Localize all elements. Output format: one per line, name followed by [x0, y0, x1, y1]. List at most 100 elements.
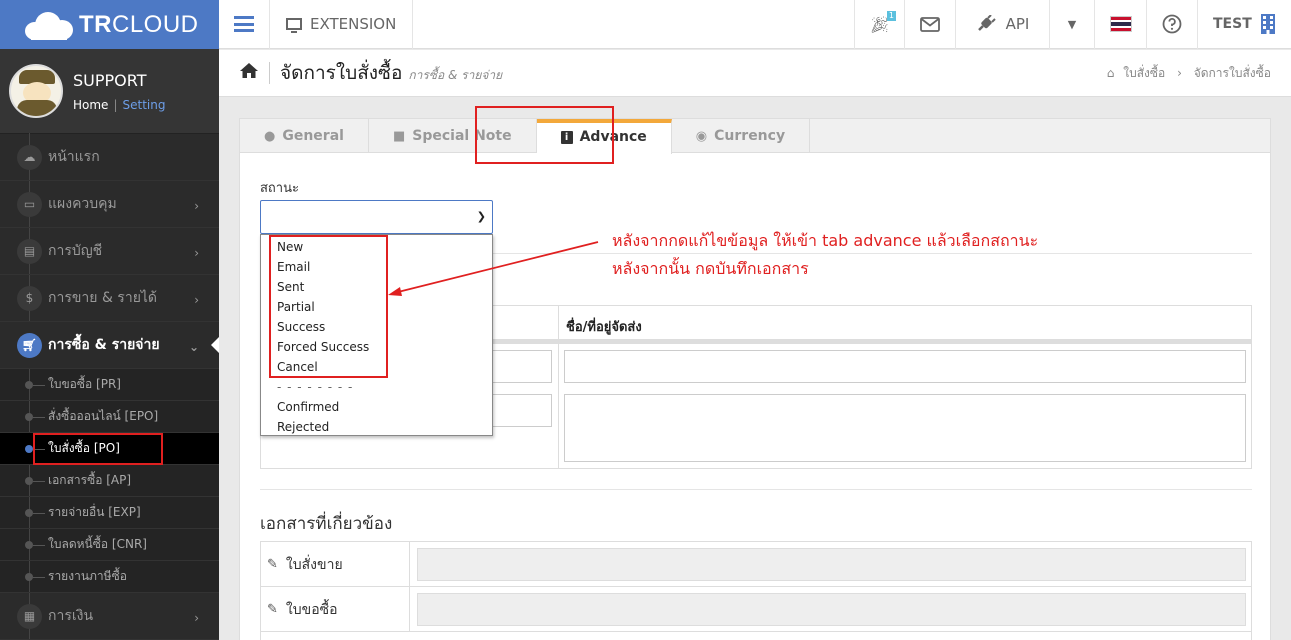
chevron-right-icon: › [194, 293, 199, 307]
sidebar-item-purchase[interactable]: 🛒︎ การซื้อ & รายจ่าย ⌄ [0, 322, 219, 369]
table-row: ✎ ใบขอซื้อ [261, 587, 1251, 632]
home-icon[interactable] [239, 62, 259, 84]
sidebar: TRCLOUD SUPPORT Home | Setting ☁ หน้าแรก ▭… [0, 0, 219, 640]
api-label: API [1005, 15, 1030, 33]
sidebar-subitem-cnr[interactable]: ใบลดหนี้ซื้อ [CNR] [0, 529, 219, 561]
highlight-box [33, 433, 163, 465]
sidebar-subitem-ap[interactable]: เอกสารซื้อ [AP] [0, 465, 219, 497]
sidebar-item-label: แผงควบคุม [48, 196, 117, 212]
extension-label: EXTENSION [310, 15, 397, 33]
home-icon[interactable]: ⌂ [1107, 66, 1115, 80]
shipping-name-input[interactable] [564, 350, 1246, 383]
sidebar-item-home[interactable]: ☁ หน้าแรก [0, 134, 219, 181]
sidebar-item-label: การบัญชี [48, 243, 103, 259]
question-circle-icon [1162, 14, 1182, 34]
building-icon [1260, 14, 1275, 34]
divider [260, 489, 1252, 490]
sidebar-subitem-pr[interactable]: ใบขอซื้อ [PR] [0, 369, 219, 401]
book-icon: ▤ [17, 238, 42, 264]
calendar-icon: ▦ [17, 603, 42, 629]
breadcrumb-item[interactable]: ใบสั่งซื้อ [1123, 66, 1165, 80]
notification-badge: 1 [886, 10, 896, 21]
status-label: สถานะ [260, 181, 299, 196]
setting-link[interactable]: Setting [122, 98, 165, 112]
globe-icon: ◉ [695, 128, 708, 144]
note-icon: ■ [392, 128, 406, 144]
chevron-right-icon: › [194, 246, 199, 260]
brand-name: TRCLOUD [79, 10, 199, 38]
user-icon: ● [264, 128, 276, 144]
annotation-line: หลังจากกดแก้ไขข้อมูล ให้เข้า tab advance… [612, 231, 1039, 250]
help-button[interactable] [1146, 0, 1197, 49]
status-select[interactable]: ❯ [260, 200, 493, 234]
monitor-icon [286, 18, 302, 33]
language-selector[interactable] [1094, 0, 1146, 49]
shipping-address-header: ชื่อ/ที่อยู่จัดส่ง [566, 320, 642, 335]
sidebar-item-dashboard[interactable]: ▭ แผงควบคุม › [0, 181, 219, 228]
page-header: จัดการใบสั่งซื้อ การซื้อ & รายจ่าย ⌂ ใบส… [219, 50, 1291, 97]
company-label: TEST [1213, 16, 1252, 32]
notification-button[interactable]: 🎉︎ 1 [854, 0, 904, 49]
api-button[interactable]: API [955, 0, 1049, 49]
related-documents-title: เอกสารที่เกี่ยวข้อง [260, 514, 393, 534]
sidebar-item-finance[interactable]: ▦ การเงิน › [0, 593, 219, 640]
envelope-icon [920, 16, 940, 32]
username: SUPPORT [73, 70, 147, 90]
mail-button[interactable] [904, 0, 955, 49]
company-switcher[interactable]: TEST [1197, 0, 1291, 49]
user-profile: SUPPORT Home | Setting [0, 49, 219, 134]
avatar[interactable] [9, 64, 63, 118]
sidebar-subitem-exp[interactable]: รายจ่ายอื่น [EXP] [0, 497, 219, 529]
related-doc-value[interactable] [417, 548, 1246, 581]
status-option[interactable]: Confirmed [261, 397, 492, 417]
sidebar-item-label: หน้าแรก [48, 149, 100, 165]
cart-icon: 🛒︎ [17, 332, 42, 358]
tab-bar: ● General ■ Special Note i Advance ◉ Cur… [240, 119, 1270, 154]
thai-flag-icon [1109, 16, 1132, 32]
logo[interactable]: TRCLOUD [0, 0, 219, 49]
annotation-line: หลังจากนั้น กดบันทึกเอกสาร [612, 259, 809, 278]
monitor-icon: ▭ [17, 191, 42, 217]
sidebar-item-label: การซื้อ & รายจ่าย [48, 337, 160, 353]
dollar-icon: $ [17, 285, 42, 311]
related-doc-label: ใบขอซื้อ [285, 601, 338, 618]
cloud-logo-icon [25, 10, 75, 40]
chevron-down-icon: ❯ [476, 210, 486, 223]
menu-toggle-button[interactable] [219, 0, 270, 49]
cloud-icon: ☁ [17, 144, 42, 170]
breadcrumb: ⌂ ใบสั่งซื้อ › จัดการใบสั่งซื้อ [1107, 64, 1271, 83]
active-indicator [211, 337, 219, 353]
tab-currency[interactable]: ◉ Currency [672, 119, 811, 153]
sidebar-item-accounting[interactable]: ▤ การบัญชี › [0, 228, 219, 275]
related-doc-value[interactable] [417, 593, 1246, 626]
chevron-right-icon: › [1177, 65, 1182, 80]
link-separator: | [113, 97, 118, 112]
page-title: จัดการใบสั่งซื้อ [280, 62, 403, 84]
highlight-box [269, 235, 388, 378]
page-subtitle: การซื้อ & รายจ่าย [408, 67, 503, 82]
top-bar: EXTENSION 🎉︎ 1 API ▼ TEST [219, 0, 1291, 49]
instruction-annotation: หลังจากกดแก้ไขข้อมูล ให้เข้า tab advance… [612, 227, 1092, 283]
extension-button[interactable]: EXTENSION [270, 0, 414, 49]
table-row: ✎ ใบสั่งขาย [261, 542, 1251, 587]
hamburger-icon [234, 16, 254, 32]
highlight-box [475, 106, 614, 164]
sidebar-subitem-tax-report[interactable]: รายงานภาษีซื้อ [0, 561, 219, 593]
purchase-submenu: ใบขอซื้อ [PR] สั่งซื้อออนไลน์ [EPO] ใบสั… [0, 369, 219, 593]
sidebar-item-label: การขาย & รายได้ [48, 290, 158, 306]
sidebar-item-sales[interactable]: $ การขาย & รายได้ › [0, 275, 219, 322]
chevron-right-icon: › [194, 199, 199, 213]
dropdown-toggle[interactable]: ▼ [1049, 0, 1094, 49]
sidebar-subitem-epo[interactable]: สั่งซื้อออนไลน์ [EPO] [0, 401, 219, 433]
annotation-arrow [388, 241, 599, 296]
edit-icon: ✎ [267, 602, 278, 617]
sidebar-subitem-po[interactable]: ใบสั่งซื้อ [PO] [0, 433, 219, 465]
main-panel: ● General ■ Special Note i Advance ◉ Cur… [239, 106, 1271, 640]
chevron-right-icon: › [194, 611, 199, 625]
tab-general[interactable]: ● General [240, 119, 369, 153]
home-link[interactable]: Home [73, 98, 108, 112]
status-option[interactable]: Rejected [261, 417, 492, 437]
divider [269, 62, 270, 84]
shipping-address-textarea[interactable] [564, 394, 1246, 462]
related-doc-label: ใบสั่งขาย [285, 556, 343, 573]
